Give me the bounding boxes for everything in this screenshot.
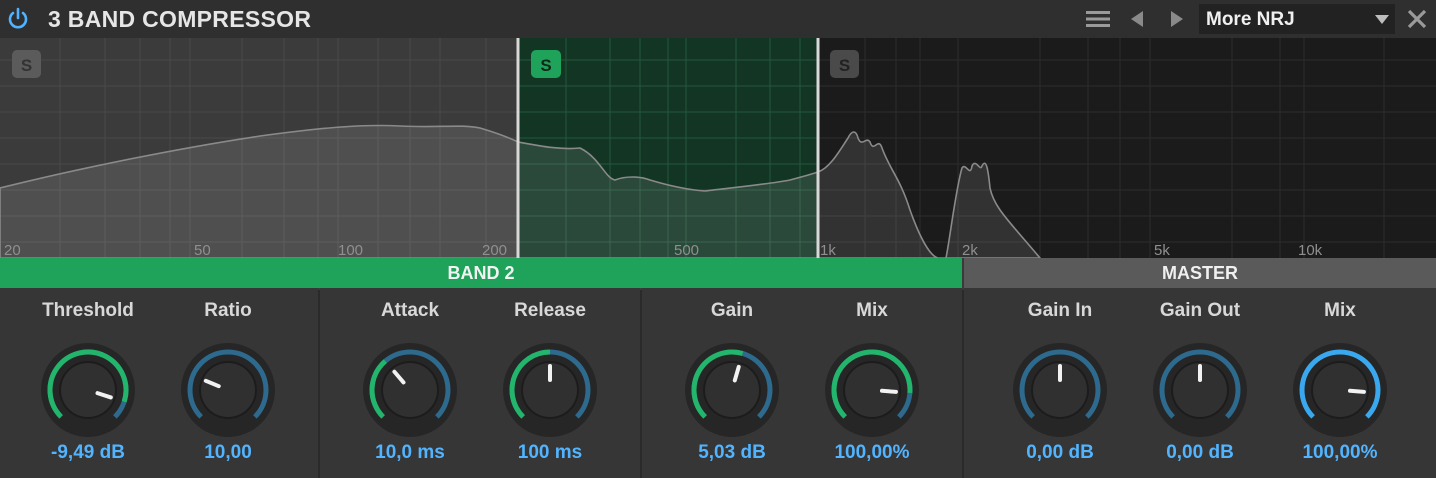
gain-out-value[interactable]: 0,00 dB bbox=[1130, 442, 1270, 464]
next-preset-icon[interactable] bbox=[1166, 10, 1186, 28]
knob-cap bbox=[383, 363, 437, 417]
gain-knob[interactable] bbox=[682, 340, 782, 440]
band-mix-label: Mix bbox=[856, 300, 888, 321]
release-value[interactable]: 100 ms bbox=[480, 442, 620, 464]
master-header: MASTER bbox=[964, 258, 1436, 288]
band2-solo-label: S bbox=[540, 56, 551, 75]
gain-out-knob[interactable] bbox=[1150, 340, 1250, 440]
band3-solo-button[interactable]: S bbox=[830, 50, 859, 78]
panel-divider bbox=[640, 290, 642, 478]
preset-name: More NRJ bbox=[1206, 9, 1295, 30]
band-mix-value[interactable]: 100,00% bbox=[802, 442, 942, 464]
gain-in-label: Gain In bbox=[1027, 300, 1093, 321]
gain-in-value[interactable]: 0,00 dB bbox=[990, 442, 1130, 464]
release-label: Release bbox=[514, 300, 586, 321]
band2-header: BAND 2 bbox=[0, 258, 962, 288]
band-mix-knob[interactable] bbox=[822, 340, 922, 440]
menu-icon[interactable] bbox=[1086, 10, 1110, 28]
band1-solo-button[interactable]: S bbox=[12, 50, 41, 78]
attack-value[interactable]: 10,0 ms bbox=[340, 442, 480, 464]
threshold-knob[interactable] bbox=[38, 340, 138, 440]
preset-selector[interactable]: More NRJ bbox=[1199, 4, 1395, 34]
knob-pointer bbox=[1347, 388, 1366, 394]
gain-value[interactable]: 5,03 dB bbox=[662, 442, 802, 464]
freq-label: 50 bbox=[194, 242, 211, 258]
master-mix-value[interactable]: 100,00% bbox=[1270, 442, 1410, 464]
plugin-title: 3 BAND COMPRESSOR bbox=[48, 6, 312, 32]
freq-label: 5k bbox=[1154, 242, 1170, 258]
close-icon[interactable] bbox=[1406, 8, 1428, 30]
knob-pointer bbox=[879, 388, 898, 394]
band2-solo-button[interactable]: S bbox=[531, 50, 561, 78]
freq-label: 20 bbox=[4, 242, 21, 258]
release-knob[interactable] bbox=[500, 340, 600, 440]
freq-label: 10k bbox=[1298, 242, 1323, 258]
knob-cap bbox=[201, 363, 255, 417]
crossover-handle-1[interactable] bbox=[516, 38, 520, 258]
ratio-value[interactable]: 10,00 bbox=[158, 442, 298, 464]
ratio-knob[interactable] bbox=[178, 340, 278, 440]
gain-label: Gain bbox=[710, 300, 754, 321]
panel-divider bbox=[962, 290, 964, 478]
freq-label: 200 bbox=[482, 242, 507, 258]
title-bar: 3 BAND COMPRESSOR More NRJ bbox=[0, 0, 1436, 38]
master-mix-knob[interactable] bbox=[1290, 340, 1390, 440]
freq-label: 500 bbox=[674, 242, 699, 258]
prev-preset-icon[interactable] bbox=[1128, 10, 1148, 28]
crossover-handle-2[interactable] bbox=[816, 38, 820, 258]
attack-label: Attack bbox=[380, 300, 440, 321]
band3-solo-label: S bbox=[839, 56, 850, 75]
attack-knob[interactable] bbox=[360, 340, 460, 440]
threshold-value[interactable]: -9,49 dB bbox=[18, 442, 158, 464]
freq-label: 2k bbox=[962, 242, 978, 258]
freq-label: 1k bbox=[820, 242, 836, 258]
panel-divider bbox=[318, 290, 320, 478]
dropdown-arrow-icon bbox=[1375, 15, 1389, 24]
gain-in-knob[interactable] bbox=[1010, 340, 1110, 440]
knob-cap bbox=[61, 363, 115, 417]
knob-cap bbox=[705, 363, 759, 417]
band1-solo-label: S bbox=[21, 56, 32, 75]
gain-out-label: Gain Out bbox=[1159, 300, 1241, 321]
ratio-label: Ratio bbox=[204, 300, 252, 321]
spectrum-display[interactable]: S S S 20 50 100 200 500 1k 2k 5k 10k bbox=[0, 38, 1436, 258]
master-mix-label: Mix bbox=[1324, 300, 1356, 321]
threshold-label: Threshold bbox=[42, 300, 134, 321]
freq-label: 100 bbox=[338, 242, 363, 258]
power-icon[interactable] bbox=[6, 7, 30, 31]
